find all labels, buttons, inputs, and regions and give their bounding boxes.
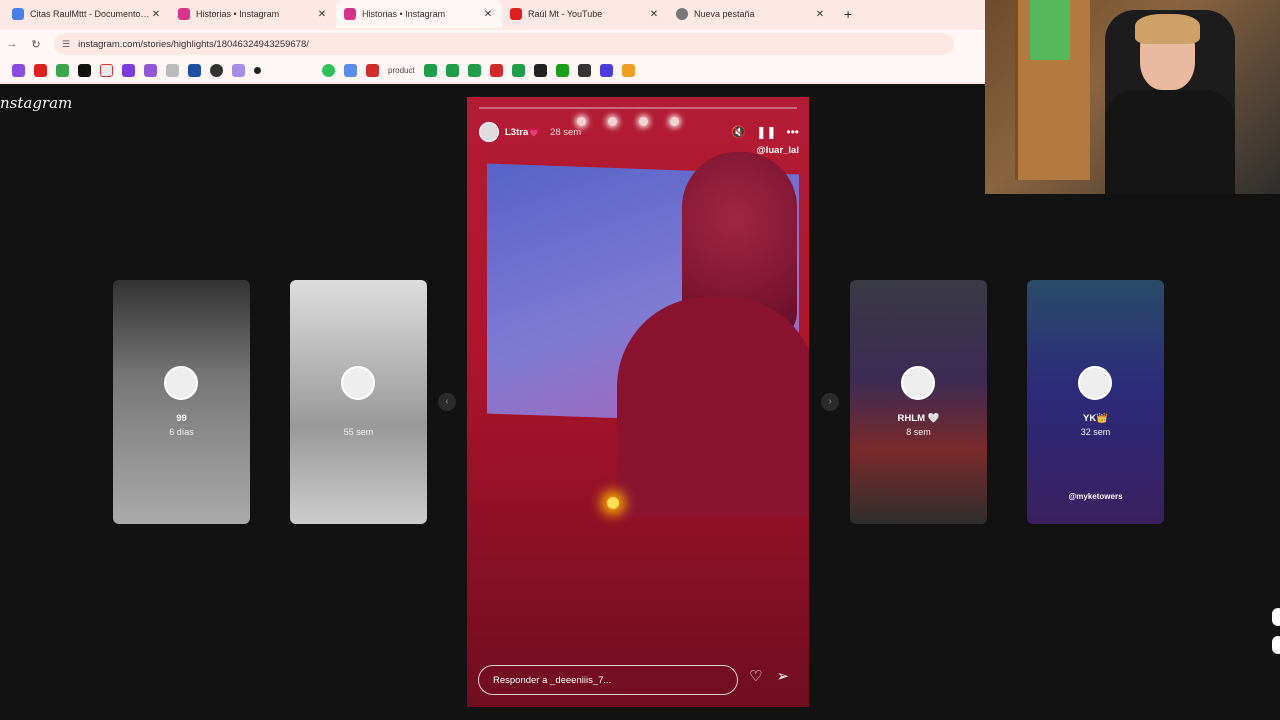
bookmark-sheet4-icon[interactable] xyxy=(511,63,525,77)
pause-icon[interactable]: ❚❚ xyxy=(756,125,776,139)
webcam-overlay xyxy=(985,0,1280,194)
preview-tag: @myketowers xyxy=(1068,492,1123,501)
bookmark-whatsapp-icon[interactable] xyxy=(210,63,223,77)
tab-instagram-1[interactable]: Historias • Instagram ✕ xyxy=(170,0,336,28)
story-time: 28 sem xyxy=(550,126,582,138)
story-preview[interactable]: RHLM 🤍 8 sem xyxy=(850,280,987,524)
close-icon[interactable]: ✕ xyxy=(814,9,826,20)
bookmark-lightblue-icon[interactable] xyxy=(232,63,245,77)
forward-icon[interactable]: → xyxy=(0,38,24,50)
tab-label: Citas RaulMttt - Documentos d xyxy=(30,9,150,19)
preview-name: YK👑 xyxy=(1082,413,1109,424)
story-mention[interactable]: @luar_lal xyxy=(756,145,799,156)
webcam-green-panel xyxy=(1030,0,1070,60)
bookmark-spotify-icon[interactable] xyxy=(322,63,335,77)
url-text: instagram.com/stories/highlights/1804632… xyxy=(78,38,309,50)
story-preview[interactable]: 99 6 días xyxy=(113,280,250,524)
active-story[interactable]: L3tra💗 28 sem 🔇 ❚❚ ••• @luar_lal Respond… xyxy=(467,97,809,707)
story-controls: 🔇 ❚❚ ••• xyxy=(731,125,799,139)
story-header: L3tra💗 28 sem 🔇 ❚❚ ••• xyxy=(479,121,799,143)
bookmark-purple-icon[interactable] xyxy=(122,63,135,77)
close-icon[interactable]: ✕ xyxy=(316,9,328,20)
instagram-logo[interactable]: nstagram xyxy=(0,94,72,112)
tab-instagram-2[interactable]: Historias • Instagram ✕ xyxy=(336,0,502,28)
bookmark-k-icon[interactable] xyxy=(555,63,569,77)
url-bar[interactable]: ☰ instagram.com/stories/highlights/18046… xyxy=(54,33,954,55)
story-preview[interactable]: YK👑 32 sem @myketowers xyxy=(1027,280,1164,524)
avatar xyxy=(341,366,375,400)
story-preview[interactable]: 55 sem xyxy=(290,280,427,524)
bookmark-black-icon[interactable] xyxy=(533,63,547,77)
bookmarks-bar: product xyxy=(0,58,985,82)
reload-icon[interactable]: ↻ xyxy=(24,38,48,51)
preview-time: 8 sem xyxy=(906,427,931,437)
send-icon[interactable]: ➢ xyxy=(776,667,789,685)
bookmark-youtube-icon[interactable] xyxy=(34,63,47,77)
bookmark-blue-icon[interactable] xyxy=(599,63,613,77)
preview-time: 32 sem xyxy=(1080,427,1111,437)
previous-story-arrow[interactable]: ‹ xyxy=(438,393,456,411)
more-options-icon[interactable]: ••• xyxy=(786,125,799,139)
avatar xyxy=(901,366,935,400)
tab-label: Raúl Mt - YouTube xyxy=(528,9,603,19)
bookmark-tiktok-icon[interactable] xyxy=(78,63,91,77)
preview-time: 6 días xyxy=(169,427,194,437)
browser-chrome: Citas RaulMttt - Documentos d ✕ Historia… xyxy=(0,0,985,84)
avatar xyxy=(164,366,198,400)
bookmark-paypal-icon[interactable] xyxy=(188,63,201,77)
reply-input[interactable]: Responder a _deeeniiis_7... xyxy=(478,665,738,695)
side-button[interactable] xyxy=(1272,608,1280,626)
bookmark-play-icon[interactable] xyxy=(344,63,357,77)
bookmark-gmail-icon[interactable] xyxy=(100,63,113,77)
bookmark-sheet2-icon[interactable] xyxy=(445,63,459,77)
instagram-icon xyxy=(178,8,190,20)
bookmark-c-icon[interactable] xyxy=(366,63,379,77)
close-icon[interactable]: ✕ xyxy=(482,9,494,20)
side-button[interactable] xyxy=(1272,636,1280,654)
preview-name: 99 xyxy=(176,413,187,424)
bookmark-dark-icon[interactable] xyxy=(577,63,591,77)
preview-name: RHLM 🤍 xyxy=(897,413,940,424)
close-icon[interactable]: ✕ xyxy=(648,9,660,20)
story-image-shoulder xyxy=(617,297,809,517)
next-story-arrow[interactable]: › xyxy=(821,393,839,411)
reply-actions: ♡ ➢ xyxy=(749,667,789,685)
docs-icon xyxy=(12,8,24,20)
bookmark-twitch-icon[interactable] xyxy=(12,63,25,77)
tab-strip: Citas RaulMttt - Documentos d ✕ Historia… xyxy=(0,0,985,28)
chrome-icon xyxy=(676,8,688,20)
bookmark-sheet1-icon[interactable] xyxy=(423,63,437,77)
bookmark-orange-icon[interactable] xyxy=(621,63,635,77)
bookmark-product-label[interactable]: product xyxy=(388,66,415,75)
preview-time: 55 sem xyxy=(343,427,374,437)
story-progress-bar xyxy=(479,107,797,109)
bookmark-violet-icon[interactable] xyxy=(144,63,157,77)
bookmark-grey-icon[interactable] xyxy=(166,63,179,77)
bookmark-sheet3-icon[interactable] xyxy=(467,63,481,77)
tab-new[interactable]: Nueva pestaña ✕ xyxy=(668,0,834,28)
story-username[interactable]: L3tra💗 xyxy=(505,127,540,138)
tab-label: Historias • Instagram xyxy=(196,9,280,19)
heart-icon[interactable]: ♡ xyxy=(749,667,762,685)
mute-icon[interactable]: 🔇 xyxy=(731,125,746,139)
bookmark-c2-icon[interactable] xyxy=(489,63,503,77)
tab-label: Historias • Instagram xyxy=(362,9,446,19)
site-info-icon[interactable]: ☰ xyxy=(62,39,70,50)
bookmark-dot-icon[interactable] xyxy=(254,66,261,74)
webcam-person-hair xyxy=(1135,14,1200,44)
bookmark-green-icon[interactable] xyxy=(56,63,69,77)
tab-docs[interactable]: Citas RaulMttt - Documentos d ✕ xyxy=(4,0,170,28)
address-row: → ↻ ☰ instagram.com/stories/highlights/1… xyxy=(0,30,985,58)
tab-youtube[interactable]: Raúl Mt - YouTube ✕ xyxy=(502,0,668,28)
close-icon[interactable]: ✕ xyxy=(150,9,162,20)
new-tab-button[interactable]: + xyxy=(844,6,852,22)
youtube-icon xyxy=(510,8,522,20)
instagram-icon xyxy=(344,8,356,20)
webcam-person-body xyxy=(1105,90,1235,194)
avatar[interactable] xyxy=(479,122,499,142)
avatar xyxy=(1078,366,1112,400)
tab-label: Nueva pestaña xyxy=(694,9,755,19)
story-image-light xyxy=(607,497,619,509)
